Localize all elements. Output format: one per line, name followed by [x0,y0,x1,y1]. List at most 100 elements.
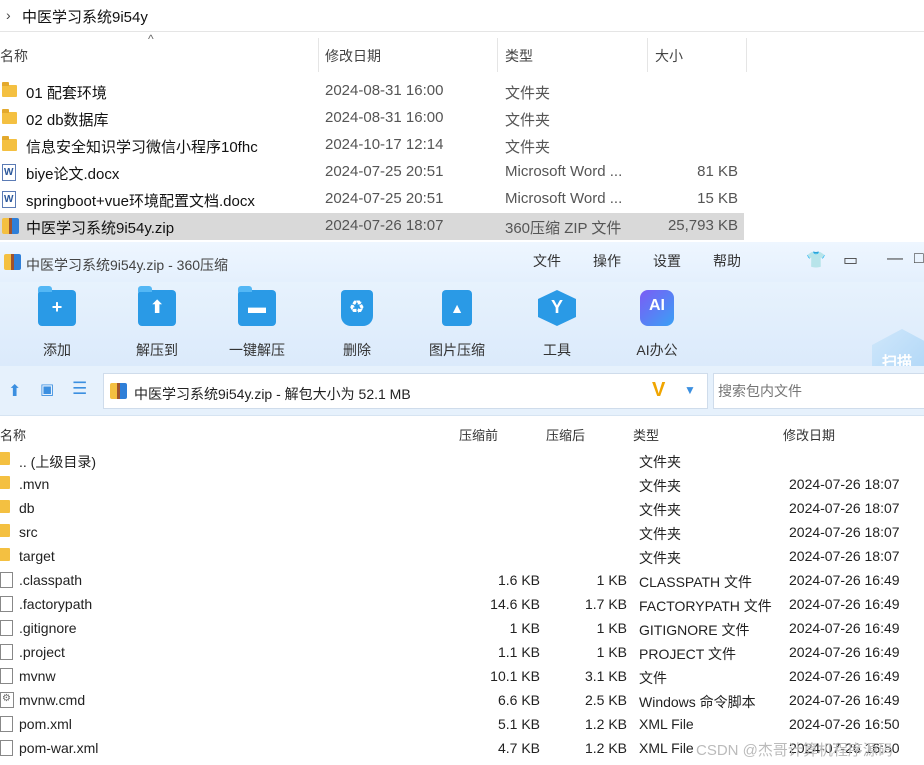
file-row[interactable]: springboot+vue环境配置文档.docx 2024-07-25 20:5… [0,186,744,213]
menu-operate[interactable]: 操作 [593,251,621,271]
archive-row[interactable]: mvnw.cmd 6.6 KB 2.5 KB Windows 命令脚本 2024-07-… [0,688,924,712]
file-row[interactable]: 01 配套环境 2024-08-31 16:00 文件夹 [0,78,744,105]
image-compress-button[interactable]: ▲ 图片压缩 [417,290,497,366]
archive-row[interactable]: target 文件夹 2024-07-26 18:07 [0,544,924,568]
entry-size-before: 10.1 KB [490,668,540,684]
file-row[interactable]: 中医学习系统9i54y.zip 2024-07-26 18:07 360压缩 ZIP… [0,213,744,240]
tools-button[interactable]: Y 工具 [517,290,597,366]
file-name: 中医学习系统9i54y.zip [26,220,175,237]
entry-modified: 2024-07-26 18:07 [789,500,900,516]
file-name: springboot+vue环境配置文档.docx [26,193,255,210]
column-after[interactable]: 压缩后 [546,425,585,444]
column-divider[interactable] [647,38,648,72]
menu-file[interactable]: 文件 [533,251,561,271]
add-button[interactable]: + 添加 [17,290,97,366]
one-click-extract-button[interactable]: ▬ 一键解压 [217,290,297,366]
search-input[interactable] [714,374,914,408]
file-date: 2024-07-25 20:51 [325,190,444,207]
column-divider[interactable] [318,38,319,72]
skin-icon[interactable]: 👕 [806,250,826,270]
one-click-extract-icon: ▬ [238,290,276,326]
column-type[interactable]: 类型 [633,425,659,444]
delete-button[interactable]: ♻ 删除 [317,290,397,366]
view-list-icon[interactable]: ☰ [72,379,87,399]
menu-help[interactable]: 帮助 [713,251,741,271]
archive-path-box[interactable]: 中医学习系统9i54y.zip - 解包大小为 52.1 MB V ▼ [103,373,708,409]
delete-icon: ♻ [341,290,373,326]
up-arrow-icon[interactable]: ⬆ [8,381,21,401]
archive-row[interactable]: .gitignore 1 KB 1 KB GITIGNORE 文件 2024-07-26… [0,616,924,640]
zip-app-window: 中医学习系统9i54y.zip - 360压缩 文件 操作 设置 帮助 👕 ▭ … [0,242,924,765]
file-row[interactable]: 02 db数据库 2024-08-31 16:00 文件夹 [0,105,744,132]
archive-path-text: 中医学习系统9i54y.zip - 解包大小为 52.1 MB [134,386,411,402]
entry-size-after: 1 KB [596,644,627,660]
entry-type: 文件夹 [639,454,681,470]
archive-row[interactable]: .project 1.1 KB 1 KB PROJECT 文件 2024-07-26 1… [0,640,924,664]
entry-name: pom-war.xml [19,740,99,756]
chevron-right-icon[interactable]: › [6,7,11,23]
entry-type: PROJECT 文件 [639,646,736,662]
tool-label: AI办公 [636,342,678,358]
entry-size-after: 2.5 KB [584,692,627,708]
entry-size-before: 4.7 KB [497,740,540,756]
column-name[interactable]: 名称 [0,46,28,66]
minimize-icon[interactable]: — [887,250,903,268]
view-thumbnail-icon[interactable]: ▣ [40,380,54,398]
ai-office-button[interactable]: AI AI办公 [617,290,697,366]
entry-size-after: 1 KB [596,620,627,636]
search-box[interactable] [713,373,924,409]
folder-icon [2,136,18,153]
verified-v-icon[interactable]: V [652,379,665,402]
file-row[interactable]: 信息安全知识学习微信小程序10fhc 2024-10-17 12:14 文件夹 [0,132,744,159]
tool-label: 添加 [43,342,71,358]
archive-row[interactable]: db 文件夹 2024-07-26 18:07 [0,496,924,520]
archive-row[interactable]: .factorypath 14.6 KB 1.7 KB FACTORYPATH 文件 2… [0,592,924,616]
folder-icon [0,476,10,489]
zip-icon [2,218,19,234]
feedback-icon[interactable]: ▭ [843,250,858,270]
tools-icon: Y [538,290,576,326]
archive-row[interactable]: .classpath 1.6 KB 1 KB CLASSPATH 文件 2024-07-… [0,568,924,592]
tool-label: 工具 [543,342,571,358]
entry-name: pom.xml [19,716,72,732]
folder-icon [0,524,10,537]
column-type[interactable]: 类型 [505,46,533,66]
file-icon [0,620,13,636]
entry-name: .factorypath [19,596,93,612]
archive-row[interactable]: pom.xml 5.1 KB 1.2 KB XML File 2024-07-26 16… [0,712,924,736]
dropdown-arrow-icon[interactable]: ▼ [684,383,696,397]
column-before[interactable]: 压缩前 [459,425,498,444]
column-modified[interactable]: 修改日期 [783,425,835,444]
entry-size-before: 6.6 KB [497,692,540,708]
file-icon [0,596,13,612]
tool-label: 一键解压 [229,342,285,358]
archive-row[interactable]: mvnw 10.1 KB 3.1 KB 文件 2024-07-26 16:49 [0,664,924,688]
tool-label: 删除 [343,342,371,358]
extract-to-button[interactable]: ⬆ 解压到 [117,290,197,366]
archive-row[interactable]: .. (上级目录) 文件夹 [0,448,924,472]
entry-size-after: 1 KB [596,572,627,588]
entry-name: .gitignore [19,620,77,636]
menu-settings[interactable]: 设置 [653,251,681,271]
extract-to-icon: ⬆ [138,290,176,326]
column-date[interactable]: 修改日期 [325,46,381,66]
archive-row[interactable]: .mvn 文件夹 2024-07-26 18:07 [0,472,924,496]
file-type: 文件夹 [505,85,551,102]
breadcrumb[interactable]: 中医学习系统9i54y [22,6,148,27]
archive-row[interactable]: src 文件夹 2024-07-26 18:07 [0,520,924,544]
column-divider[interactable] [497,38,498,72]
file-row[interactable]: biye论文.docx 2024-07-25 20:51 Microsoft Wor… [0,159,744,186]
address-bar[interactable]: › 中医学习系统9i54y [0,0,924,32]
entry-type: 文件夹 [639,526,681,542]
file-type: 文件夹 [505,112,551,129]
title-bar[interactable]: 中医学习系统9i54y.zip - 360压缩 文件 操作 设置 帮助 👕 ▭ … [0,242,924,282]
column-size[interactable]: 大小 [655,46,683,66]
column-divider[interactable] [746,38,747,72]
entry-type: 文件夹 [639,502,681,518]
column-name[interactable]: 名称 [0,425,26,444]
entry-name: .classpath [19,572,83,588]
file-icon [0,740,13,756]
entry-type: GITIGNORE 文件 [639,622,750,638]
file-icon [0,644,13,660]
maximize-icon[interactable]: □ [914,250,924,268]
